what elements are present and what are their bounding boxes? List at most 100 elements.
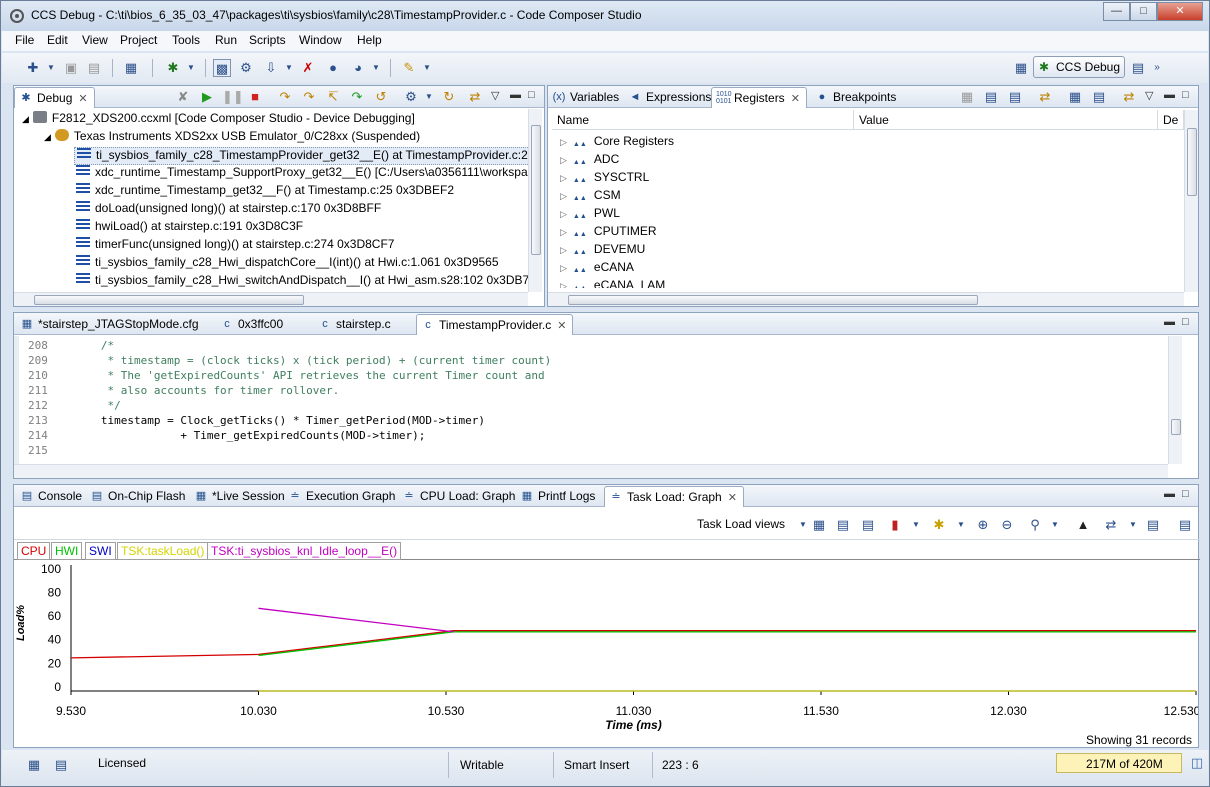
legend-item[interactable]: SWI xyxy=(85,542,116,560)
code-line[interactable]: 209 * timestamp = (clock ticks) x (tick … xyxy=(28,354,551,369)
column-value[interactable]: Value xyxy=(854,110,1158,130)
heap-status[interactable]: 217M of 420M xyxy=(1056,753,1182,773)
tab-stairstep-c[interactable]: c stairstep.c xyxy=(314,314,397,335)
tree-root[interactable]: ◢ F2812_XDS200.ccxml [Code Composer Studi… xyxy=(22,111,415,129)
code-line[interactable]: 212 */ xyxy=(28,399,121,414)
legend-item[interactable]: HWI xyxy=(51,542,83,560)
save-icon[interactable]: ▣ xyxy=(62,59,80,77)
ccs-edit-perspective-icon[interactable]: ▤ xyxy=(1129,59,1147,77)
breakpoint-icon[interactable]: ● xyxy=(324,59,342,77)
zoom-out-icon[interactable]: ⊖ xyxy=(998,516,1016,534)
navigate-dropdown-icon[interactable]: ▼ xyxy=(1124,516,1142,534)
legend-item[interactable]: TSK:taskLoad() xyxy=(117,542,209,560)
register-group-row[interactable]: ▷ ▲▲ CPUTIMER xyxy=(560,224,657,242)
ccs-debug-perspective-button[interactable]: ✱ CCS Debug xyxy=(1033,56,1125,78)
assembly-step-over-icon[interactable]: ↺ xyxy=(372,88,390,106)
tab-cpu-load-graph[interactable]: ≐ CPU Load: Graph xyxy=(398,486,521,507)
step-return-icon[interactable]: ↸ xyxy=(324,88,342,106)
filter-icon[interactable]: ▤ xyxy=(859,516,877,534)
legend-item[interactable]: TSK:ti_sysbios_knl_Idle_loop__E() xyxy=(207,542,402,560)
properties-icon[interactable]: ▤ xyxy=(1176,516,1194,534)
register-group-row[interactable]: ▷ ▲▲ eCANA_LAM xyxy=(560,278,665,288)
maximize-button[interactable]: □ xyxy=(1130,2,1157,21)
menu-tools[interactable]: Tools xyxy=(172,33,200,47)
minimize-view-icon[interactable]: ▬ xyxy=(1164,89,1175,101)
flash-dropdown-icon[interactable]: ▼ xyxy=(418,59,436,77)
remove-terminated-icon[interactable]: ✘ xyxy=(174,88,192,106)
maximize-view-icon[interactable]: □ xyxy=(528,89,535,101)
tab-variables[interactable]: (x) Variables xyxy=(548,87,625,108)
maximize-view-icon[interactable]: □ xyxy=(1182,488,1189,500)
debug-vertical-scrollbar[interactable] xyxy=(528,109,542,292)
step-over-icon[interactable]: ↷ xyxy=(300,88,318,106)
step-into-icon[interactable]: ↷ xyxy=(276,88,294,106)
license-icon[interactable]: ▤ xyxy=(52,756,70,774)
expand-icon[interactable]: ◢ xyxy=(22,114,29,124)
tab-debug[interactable]: ✱ Debug ✕ xyxy=(14,87,95,108)
flash-tool-icon[interactable]: ✎ xyxy=(400,59,418,77)
register-group-row[interactable]: ▷ ▲▲ SYSCTRL xyxy=(560,170,649,188)
bookmark-star-icon[interactable]: ✱ xyxy=(930,516,948,534)
registers-option-icon[interactable]: ▤ xyxy=(982,88,1000,106)
maximize-view-icon[interactable]: □ xyxy=(1182,316,1189,328)
register-group-row[interactable]: ▷ ▲▲ eCANA xyxy=(560,260,634,278)
close-tab-icon[interactable]: ✕ xyxy=(78,93,87,105)
expand-icon[interactable]: ▷ xyxy=(560,263,567,273)
zoom-dropdown-icon[interactable]: ▼ xyxy=(1046,516,1064,534)
profile-dropdown-icon[interactable]: ▼ xyxy=(367,59,385,77)
code-line[interactable]: 213 timestamp = Clock_getTicks() * Timer… xyxy=(28,414,485,429)
expand-icon[interactable]: ▷ xyxy=(560,155,567,165)
zoom-in-icon[interactable]: ⊕ xyxy=(974,516,992,534)
menu-edit[interactable]: Edit xyxy=(47,33,68,47)
new-file-icon[interactable]: ✚ xyxy=(24,59,42,77)
tab-printf-logs[interactable]: ▦ Printf Logs xyxy=(516,486,601,507)
stack-frame[interactable]: xdc_runtime_Timestamp_SupportProxy_get32… xyxy=(76,165,540,183)
profile-icon[interactable]: ◕ xyxy=(349,59,367,77)
editor-vertical-scrollbar[interactable] xyxy=(1168,336,1182,464)
code-line[interactable]: 214 + Timer_getExpiredCounts(MOD->timer)… xyxy=(28,429,425,444)
expand-icon[interactable]: ▷ xyxy=(560,209,567,219)
load-dropdown-icon[interactable]: ▼ xyxy=(280,59,298,77)
collapse-all-icon[interactable]: ▦ xyxy=(958,88,976,106)
view-menu-icon[interactable]: ▽ xyxy=(1145,89,1153,102)
new-dropdown-icon[interactable]: ▼ xyxy=(42,59,60,77)
tree-target[interactable]: ◢ Texas Instruments XDS2xx USB Emulator_0… xyxy=(44,129,420,147)
more-perspectives-icon[interactable]: » xyxy=(1148,59,1166,77)
snapshot-icon[interactable]: ▤ xyxy=(1144,516,1162,534)
register-group-row[interactable]: ▷ ▲▲ ADC xyxy=(560,152,619,170)
connect-icon[interactable]: ⚙ xyxy=(237,59,255,77)
debug-horizontal-scrollbar[interactable] xyxy=(14,292,528,306)
registers-vertical-scrollbar[interactable] xyxy=(1184,110,1198,292)
tab-console[interactable]: ▤ Console xyxy=(16,486,88,507)
tab-memory-address[interactable]: c 0x3ffc00 xyxy=(216,314,289,335)
close-tab-icon[interactable]: ✕ xyxy=(557,320,566,332)
reset-cpu-icon[interactable]: ⚙ xyxy=(402,88,420,106)
measurement-icon[interactable]: ▮ xyxy=(886,516,904,534)
stack-frame[interactable]: timerFunc(unsigned long)() at stairstep.… xyxy=(76,237,394,255)
menu-project[interactable]: Project xyxy=(120,33,157,47)
target-config-icon[interactable]: ▩ xyxy=(213,59,231,77)
export-icon[interactable]: ▤ xyxy=(1090,88,1108,106)
expand-icon[interactable]: ▷ xyxy=(560,245,567,255)
resume-icon[interactable]: ▶ xyxy=(198,88,216,106)
stack-frame[interactable]: hwiLoad() at stairstep.c:191 0x3D8C3F xyxy=(76,219,303,237)
load-program-icon[interactable]: ⇩ xyxy=(262,59,280,77)
editor-horizontal-scrollbar[interactable] xyxy=(14,464,1168,478)
group-icon[interactable]: ▤ xyxy=(834,516,852,534)
tab-cfg-file[interactable]: ▦ *stairstep_JTAGStopMode.cfg xyxy=(16,314,205,335)
stack-frame[interactable]: ti_sysbios_family_c28_Hwi_switchAndDispa… xyxy=(76,273,528,291)
tab-task-load-graph[interactable]: ≐ Task Load: Graph ✕ xyxy=(604,486,744,507)
expand-icon[interactable]: ◢ xyxy=(44,132,51,142)
stack-frame[interactable]: ti_sysbios_family_c28_TimestampProvider_… xyxy=(74,147,541,165)
zoom-fit-icon[interactable]: ⚲ xyxy=(1026,516,1044,534)
remove-breakpoints-icon[interactable]: ✗ xyxy=(299,59,317,77)
assembly-step-into-icon[interactable]: ↷ xyxy=(348,88,366,106)
maximize-view-icon[interactable]: □ xyxy=(1182,89,1189,101)
console-icon[interactable]: ▦ xyxy=(122,59,140,77)
stack-frame[interactable]: ti_sysbios_family_c28_Hwi_dispatchCore__… xyxy=(76,255,499,273)
garbage-collect-icon[interactable]: ◫ xyxy=(1188,754,1206,772)
register-group-row[interactable]: ▷ ▲▲ Core Registers xyxy=(560,134,674,152)
menu-window[interactable]: Window xyxy=(299,33,342,47)
menu-scripts[interactable]: Scripts xyxy=(249,33,286,47)
expand-icon[interactable]: ▷ xyxy=(560,137,567,147)
